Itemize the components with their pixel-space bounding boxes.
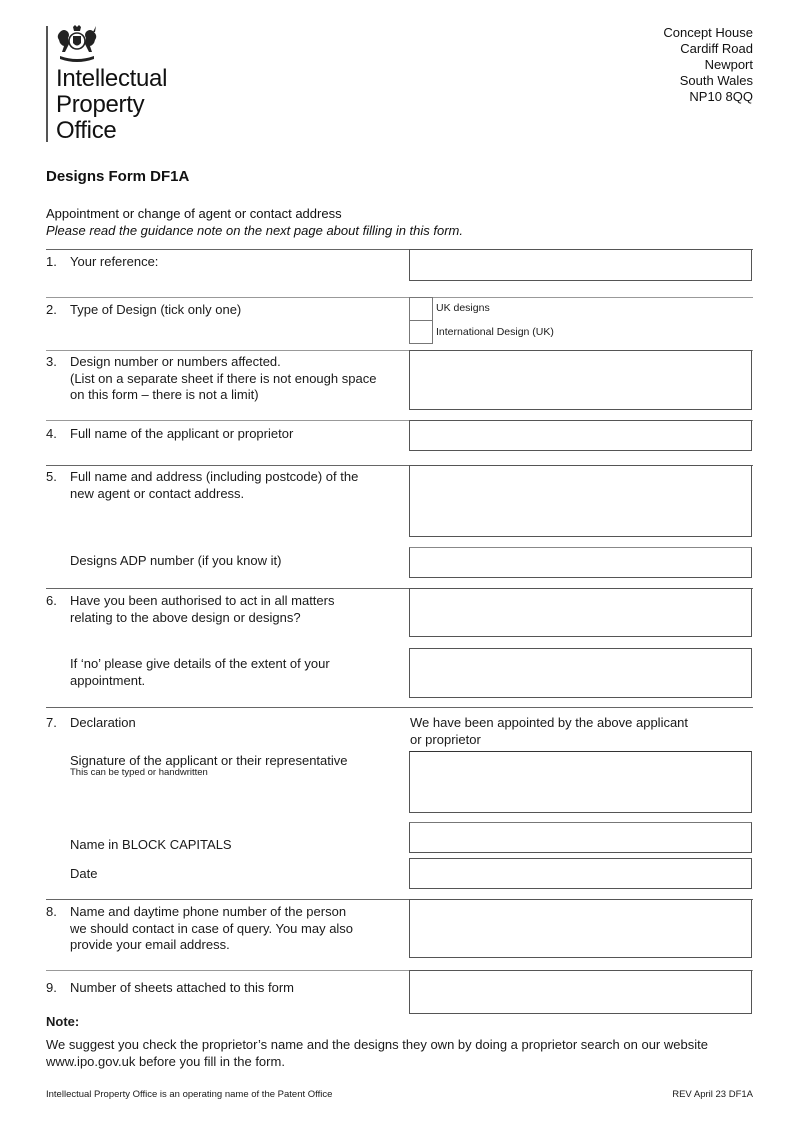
label-line: (List on a separate sheet if there is no… bbox=[70, 370, 377, 386]
logo-line: Office bbox=[56, 117, 117, 144]
section-number: 9. bbox=[46, 980, 57, 995]
note-line: www.ipo.gov.uk before you fill in the fo… bbox=[46, 1054, 285, 1069]
logo-divider bbox=[46, 26, 48, 142]
your-reference-field[interactable] bbox=[409, 249, 752, 281]
address-line: Concept House bbox=[663, 25, 753, 40]
form-title: Designs Form DF1A bbox=[46, 168, 190, 185]
section-number: 2. bbox=[46, 302, 57, 317]
block-capitals-name-field[interactable] bbox=[409, 822, 752, 853]
section-number: 6. bbox=[46, 593, 57, 608]
sheets-attached-field[interactable] bbox=[409, 970, 752, 1014]
address-line: NP10 8QQ bbox=[689, 89, 753, 104]
signature-label: Signature of the applicant or their repr… bbox=[70, 753, 348, 778]
international-design-checkbox[interactable] bbox=[409, 320, 433, 344]
appointment-extent-label: If ‘no’ please give details of the exten… bbox=[70, 656, 330, 689]
label-line: Full name and address (including postcod… bbox=[70, 469, 359, 484]
royal-crest-icon bbox=[57, 25, 97, 62]
section-number: 1. bbox=[46, 254, 57, 269]
footer-legal-text: Intellectual Property Office is an opera… bbox=[46, 1089, 333, 1100]
adp-number-label: Designs ADP number (if you know it) bbox=[70, 553, 282, 568]
authorised-label: Have you been authorised to act in all m… bbox=[70, 593, 334, 626]
form-revision: REV April 23 DF1A bbox=[672, 1089, 753, 1100]
form-intro: Appointment or change of agent or contac… bbox=[46, 205, 463, 239]
uk-designs-label: UK designs bbox=[436, 302, 490, 314]
declaration-text: We have been appointed by the above appl… bbox=[410, 715, 688, 748]
ipo-logo-text: Intellectual Property Office bbox=[56, 66, 167, 144]
logo-line: Intellectual bbox=[56, 65, 168, 92]
label-line: provide your email address. bbox=[70, 937, 230, 952]
section-number: 3. bbox=[46, 354, 57, 369]
contact-person-label: Name and daytime phone number of the per… bbox=[70, 904, 353, 954]
label-line: relating to the above design or designs? bbox=[70, 609, 301, 625]
sheets-attached-label: Number of sheets attached to this form bbox=[70, 980, 294, 995]
note-text: We suggest you check the proprietor’s na… bbox=[46, 1036, 766, 1070]
your-reference-label: Your reference: bbox=[70, 254, 159, 269]
label-line: appointment. bbox=[70, 672, 146, 688]
guidance-note: Please read the guidance note on the nex… bbox=[46, 223, 464, 238]
design-numbers-label: Design number or numbers affected. (List… bbox=[70, 354, 376, 404]
label-line: Name and daytime phone number of the per… bbox=[70, 904, 347, 919]
block-capitals-name-label: Name in BLOCK CAPITALS bbox=[70, 837, 232, 852]
international-design-label: International Design (UK) bbox=[436, 326, 554, 338]
appointment-extent-field[interactable] bbox=[409, 648, 752, 698]
label-line: on this form – there is not a limit) bbox=[70, 387, 259, 402]
contact-person-field[interactable] bbox=[409, 899, 752, 958]
section-number: 5. bbox=[46, 469, 57, 484]
date-field[interactable] bbox=[409, 858, 752, 889]
applicant-name-field[interactable] bbox=[409, 420, 752, 451]
logo-line: Property bbox=[56, 91, 145, 118]
authorised-field[interactable] bbox=[409, 588, 752, 637]
office-address: Concept House Cardiff Road Newport South… bbox=[663, 25, 753, 105]
address-line: Newport bbox=[704, 57, 753, 72]
agent-address-label: Full name and address (including postcod… bbox=[70, 469, 358, 502]
address-line: South Wales bbox=[679, 73, 753, 88]
signature-field[interactable] bbox=[409, 751, 752, 813]
section-divider bbox=[46, 707, 753, 708]
design-type-label: Type of Design (tick only one) bbox=[70, 302, 242, 317]
section-number: 4. bbox=[46, 426, 57, 441]
section-number: 7. bbox=[46, 715, 57, 730]
note-title: Note: bbox=[46, 1014, 80, 1029]
label-line: Design number or numbers affected. bbox=[70, 354, 281, 369]
declaration-line: We have been appointed by the above appl… bbox=[410, 715, 689, 730]
section-divider bbox=[46, 297, 753, 298]
adp-number-field[interactable] bbox=[409, 547, 752, 578]
form-subtitle: Appointment or change of agent or contac… bbox=[46, 206, 342, 221]
section-number: 8. bbox=[46, 904, 57, 919]
label-line: If ‘no’ please give details of the exten… bbox=[70, 656, 330, 671]
date-label: Date bbox=[70, 866, 98, 881]
note-line: We suggest you check the proprietor’s na… bbox=[46, 1037, 708, 1052]
agent-address-field[interactable] bbox=[409, 465, 752, 537]
label-line: new agent or contact address. bbox=[70, 485, 245, 501]
declaration-label: Declaration bbox=[70, 715, 136, 730]
label-line: we should contact in case of query. You … bbox=[70, 920, 354, 936]
declaration-line: or proprietor bbox=[410, 731, 481, 747]
label-line: Have you been authorised to act in all m… bbox=[70, 593, 335, 608]
design-numbers-field[interactable] bbox=[409, 350, 752, 410]
applicant-name-label: Full name of the applicant or proprietor bbox=[70, 426, 294, 441]
address-line: Cardiff Road bbox=[680, 41, 753, 56]
uk-designs-checkbox[interactable] bbox=[409, 297, 433, 321]
